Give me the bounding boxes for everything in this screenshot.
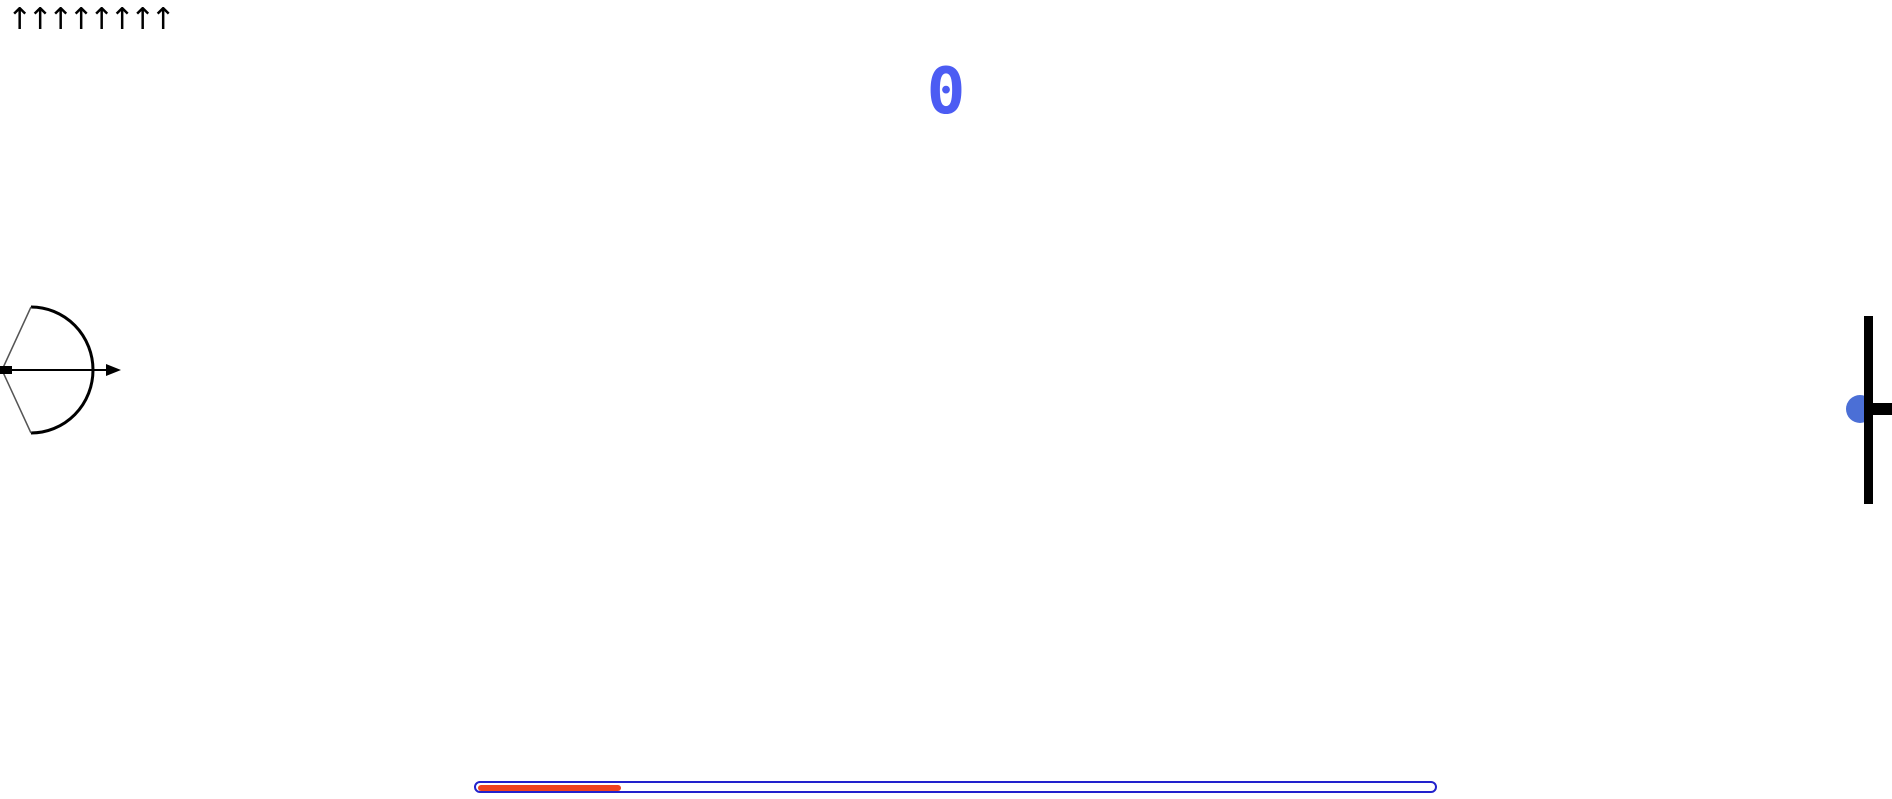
arrow-ammo-icon: ↑ <box>7 2 33 37</box>
arrow-ammo-icon: ↑ <box>68 2 94 37</box>
target-stub <box>1864 403 1892 415</box>
power-meter-fill <box>478 785 621 791</box>
arrow-icon <box>0 364 121 376</box>
arrow-ammo-icon: ↑ <box>150 2 176 37</box>
target-icon <box>1846 316 1892 504</box>
bow-icon[interactable] <box>0 300 130 440</box>
bow-string-upper <box>1 306 32 371</box>
bow-string-lower <box>1 369 32 434</box>
score-display: 0 <box>926 55 966 129</box>
power-meter <box>474 781 1437 793</box>
arrow-ammo-icon: ↑ <box>130 2 156 37</box>
arrow-ammo-icon: ↑ <box>109 2 135 37</box>
arrow-ammo-icon: ↑ <box>27 2 53 37</box>
arrow-ammo-icon: ↑ <box>48 2 74 37</box>
arrow-ammo-icon: ↑ <box>89 2 115 37</box>
arrows-remaining: ↑ ↑ ↑ ↑ ↑ ↑ ↑ ↑ <box>7 2 176 37</box>
